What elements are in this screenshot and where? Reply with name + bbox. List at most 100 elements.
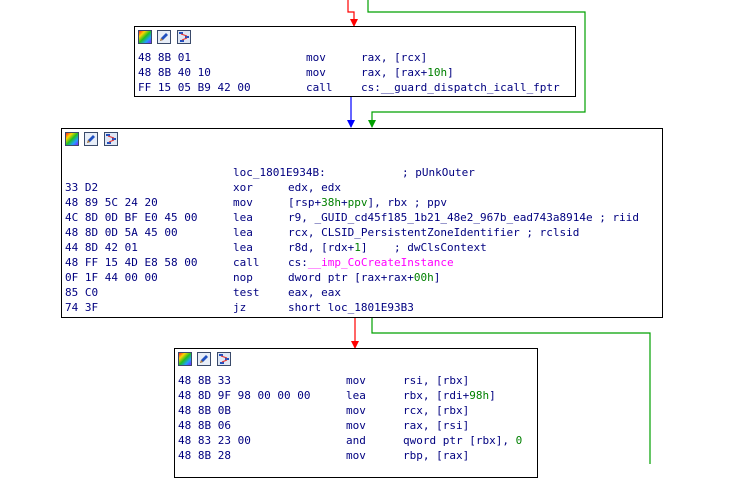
operand-text: +: [341, 196, 348, 209]
operand-text: ; pUnkOuter: [402, 166, 475, 179]
opcode-bytes: 48 8B 40 10: [138, 66, 211, 79]
operand-text: eax, eax: [288, 286, 341, 299]
graph-overview-icon[interactable]: [104, 132, 118, 146]
opcode-bytes: 33 D2: [65, 181, 99, 194]
code-block-node-1[interactable]: 48 8B 01 mov rax, [rcx] 48 8B 40 10 mov rax, …: [134, 26, 576, 97]
operands: eax, eax: [288, 285, 341, 300]
operand-text: rcx, CLSID_PersistentZoneIdentifier ; rc…: [288, 226, 580, 239]
instruction-line[interactable]: 4C 8D 0D BF E0 45 00 lea r9, _GUID_cd45f18…: [62, 210, 662, 225]
operand-text: short loc_1801E93B3: [288, 301, 414, 314]
edge-false-top: [347, 0, 358, 27]
instruction-line[interactable]: 48 8B 33 mov rsi, [rbx]: [175, 373, 537, 388]
opcode-bytes: 48 89 5C 24 20: [65, 196, 158, 209]
instruction-line[interactable]: 48 8D 9F 98 00 00 00 lea rbx, [rdi+98h]: [175, 388, 537, 403]
operands: edx, edx: [288, 180, 341, 195]
mnemonic: mov: [306, 51, 326, 64]
color-palette-icon[interactable]: [65, 132, 79, 146]
edit-pencil-icon[interactable]: [84, 132, 98, 146]
operand-text: cs:__guard_dispatch_icall_fptr: [361, 81, 560, 94]
color-palette-icon[interactable]: [178, 352, 192, 366]
operand-text: rax, [rax+: [361, 66, 428, 79]
instruction-line[interactable]: 85 C0 test eax, eax: [62, 285, 662, 300]
mnemonic: lea: [233, 226, 253, 239]
operand-text: [rsp+: [288, 196, 322, 209]
operand-text: ]: [489, 389, 496, 402]
mnemonic: mov: [346, 449, 366, 462]
instruction-line[interactable]: 44 8D 42 01 lea r8d, [rdx+1] ; dwClsContex…: [62, 240, 662, 255]
operands: rbx, [rdi+98h]: [403, 388, 496, 403]
instruction-line[interactable]: 48 83 23 00 and qword ptr [rbx], 0: [175, 433, 537, 448]
edit-pencil-icon[interactable]: [157, 30, 171, 44]
numeric-literal: 98h: [469, 389, 490, 402]
operands: qword ptr [rbx], 0: [403, 433, 522, 448]
mnemonic: nop: [233, 271, 253, 284]
instruction-line[interactable]: 48 8B 06 mov rax, [rsi]: [175, 418, 537, 433]
opcode-bytes: 48 8B 01: [138, 51, 191, 64]
node-header: [62, 129, 662, 151]
instruction-line[interactable]: 48 8B 40 10 mov rax, [rax+10h]: [135, 65, 575, 80]
operand-text: edx, edx: [288, 181, 341, 194]
mnemonic: mov: [346, 419, 366, 432]
instruction-line[interactable]: 48 89 5C 24 20 mov [rsp+38h+ppv], rbx ; pp…: [62, 195, 662, 210]
instruction-line[interactable]: 74 3F jz short loc_1801E93B3: [62, 300, 662, 315]
operands: rcx, CLSID_PersistentZoneIdentifier ; rc…: [288, 225, 579, 240]
operand-text: ] ; dwClsContext: [360, 241, 487, 254]
operands: r9, _GUID_cd45f185_1b21_48e2_967b_ead743…: [288, 210, 639, 225]
opcode-bytes: 74 3F: [65, 301, 99, 314]
mnemonic: call: [233, 256, 260, 269]
node-header: [175, 349, 537, 371]
color-palette-icon[interactable]: [138, 30, 152, 44]
mnemonic: and: [346, 434, 366, 447]
operand-text: cs:: [288, 256, 308, 269]
operands: rax, [rax+10h]: [361, 65, 454, 80]
operand-text: rbp, [rax]: [403, 449, 470, 462]
mnemonic: mov: [306, 66, 326, 79]
operands: cs:__imp_CoCreateInstance: [288, 255, 454, 270]
instruction-line[interactable]: 48 FF 15 4D E8 58 00 call cs:__imp_CoCreat…: [62, 255, 662, 270]
instruction-line[interactable]: 48 8B 01 mov rax, [rcx]: [135, 50, 575, 65]
operand-text: r9, _GUID_cd45f185_1b21_48e2_967b_ead743…: [288, 211, 639, 224]
opcode-bytes: 85 C0: [65, 286, 99, 299]
mnemonic: lea: [233, 211, 253, 224]
operands: rbp, [rax]: [403, 448, 469, 463]
mnemonic: test: [233, 286, 260, 299]
operand-text: rbx, [rdi+: [403, 389, 470, 402]
operand-text: rsi, [rbx]: [403, 374, 470, 387]
mnemonic: mov: [233, 196, 253, 209]
operand-text: qword ptr [rbx],: [403, 434, 516, 447]
mnemonic: xor: [233, 181, 253, 194]
operands: [rsp+38h+ppv], rbx ; ppv: [288, 195, 447, 210]
numeric-literal: 0: [515, 434, 523, 447]
operands: rcx, [rbx]: [403, 403, 469, 418]
operands: rsi, [rbx]: [403, 373, 469, 388]
instruction-line[interactable]: 48 8B 28 mov rbp, [rax]: [175, 448, 537, 463]
import-symbol[interactable]: __imp_CoCreateInstance: [308, 256, 454, 269]
operands: dword ptr [rax+rax+00h]: [288, 270, 440, 285]
instruction-line[interactable]: 48 8D 0D 5A 45 00 lea rcx, CLSID_Persisten…: [62, 225, 662, 240]
instruction-line[interactable]: 33 D2 xor edx, edx: [62, 180, 662, 195]
code-label: loc_1801E934B:: [233, 166, 326, 179]
code-block-node-3[interactable]: 48 8B 33 mov rsi, [rbx] 48 8D 9F 98 00 00 0…: [174, 348, 538, 478]
graph-overview-icon[interactable]: [177, 30, 191, 44]
mnemonic: jz: [233, 301, 247, 314]
code-block-node-2[interactable]: loc_1801E934B: ; pUnkOuter 33 D2 xor edx, ed…: [61, 128, 663, 318]
operands: cs:__guard_dispatch_icall_fptr: [361, 80, 560, 95]
operands: short loc_1801E93B3: [288, 300, 414, 315]
numeric-literal: ppv: [347, 196, 368, 209]
instruction-line[interactable]: loc_1801E934B: ; pUnkOuter: [62, 165, 662, 180]
operands: rax, [rcx]: [361, 50, 427, 65]
opcode-bytes: 48 83 23 00: [178, 434, 251, 447]
instruction-line[interactable]: 48 8B 0B mov rcx, [rbx]: [175, 403, 537, 418]
operand-text: dword ptr [rax+rax+: [288, 271, 414, 284]
edit-pencil-icon[interactable]: [197, 352, 211, 366]
opcode-bytes: FF 15 05 B9 42 00: [138, 81, 251, 94]
instruction-line[interactable]: FF 15 05 B9 42 00 call cs:__guard_dispatch…: [135, 80, 575, 95]
graph-overview-icon[interactable]: [217, 352, 231, 366]
opcode-bytes: 48 8B 28: [178, 449, 231, 462]
operands: rax, [rsi]: [403, 418, 469, 433]
operand-text: ]: [447, 66, 454, 79]
opcode-bytes: 4C 8D 0D BF E0 45 00: [65, 211, 198, 224]
numeric-literal: 1: [354, 241, 361, 254]
numeric-literal: 00h: [413, 271, 434, 284]
instruction-line[interactable]: 0F 1F 44 00 00 nop dword ptr [rax+rax+00h]: [62, 270, 662, 285]
